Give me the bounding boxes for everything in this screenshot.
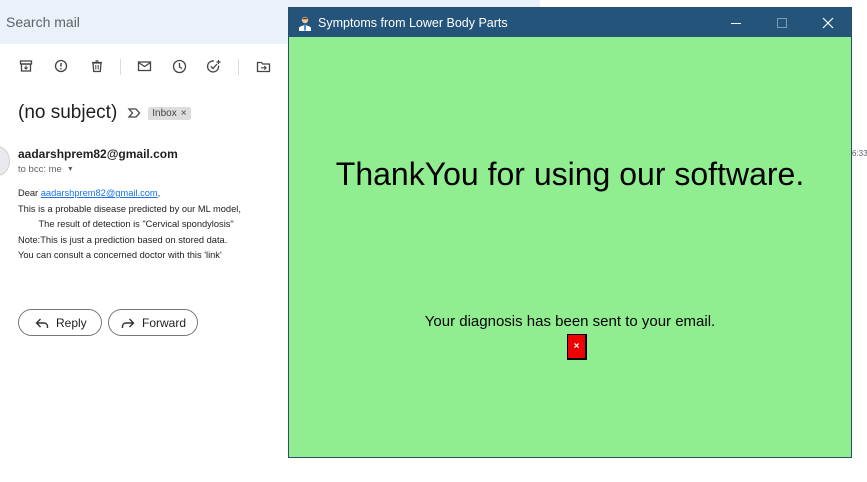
forward-button[interactable]: Forward <box>108 309 198 336</box>
window-content: ThankYou for using our software. Your di… <box>289 37 851 457</box>
report-spam-icon[interactable] <box>52 57 70 75</box>
toolbar-divider <box>238 59 239 75</box>
reply-label: Reply <box>56 315 87 330</box>
remove-label-icon[interactable]: × <box>181 108 187 119</box>
symptoms-window: Symptoms from Lower Body Parts ThankYou … <box>288 7 852 458</box>
message-time: 6:33 <box>852 149 867 158</box>
forward-label: Forward <box>142 315 187 330</box>
search-placeholder: Search mail <box>6 14 80 30</box>
greeting-prefix: Dear <box>18 188 41 198</box>
reply-icon <box>35 318 49 328</box>
body-line-5: You can consult a concerned doctor with … <box>18 250 222 261</box>
body-line-4: Note:This is just a prediction based on … <box>18 234 228 245</box>
forward-icon <box>121 318 135 328</box>
recipient-line[interactable]: to bcc: me ▼ <box>18 164 74 175</box>
sender-email: aadarshprem82@gmail.com <box>18 147 178 161</box>
move-to-icon[interactable] <box>254 57 272 75</box>
delete-icon[interactable] <box>88 57 106 75</box>
greeting-email-link[interactable]: aadarshprem82@gmail.com <box>41 188 158 198</box>
chevron-down-icon[interactable]: ▼ <box>67 166 74 173</box>
archive-icon[interactable] <box>17 57 35 75</box>
email-body: Dear aadarshprem82@gmail.com, This is a … <box>18 186 241 264</box>
doctor-app-icon <box>299 16 311 31</box>
window-titlebar[interactable]: Symptoms from Lower Body Parts <box>289 8 851 37</box>
inbox-label-text: Inbox <box>152 107 177 119</box>
add-to-tasks-icon[interactable] <box>205 57 223 75</box>
diagnosis-sent-message: Your diagnosis has been sent to your ema… <box>424 313 716 330</box>
body-line-3: The result of detection is "Cervical spo… <box>18 219 234 230</box>
inbox-label-chip: Inbox × <box>148 106 191 120</box>
recipient-text: to bcc: me <box>18 164 62 175</box>
mark-unread-icon[interactable] <box>135 57 153 75</box>
window-title: Symptoms from Lower Body Parts <box>318 15 508 30</box>
maximize-icon[interactable] <box>759 8 805 37</box>
minimize-icon[interactable] <box>713 8 759 37</box>
greeting-suffix: , <box>157 188 161 198</box>
snooze-icon[interactable] <box>170 57 188 75</box>
close-icon[interactable] <box>805 8 851 37</box>
reply-button[interactable]: Reply <box>18 309 102 336</box>
avatar <box>0 146 10 176</box>
thank-you-message: ThankYou for using our software. <box>335 156 805 192</box>
importance-marker-icon[interactable] <box>127 106 141 120</box>
close-dialog-button[interactable]: × <box>567 334 587 360</box>
toolbar-divider <box>120 59 121 75</box>
body-line-2: This is a probable disease predicted by … <box>18 203 241 214</box>
subject-row: (no subject) Inbox × <box>18 101 191 125</box>
email-subject: (no subject) <box>18 102 118 123</box>
